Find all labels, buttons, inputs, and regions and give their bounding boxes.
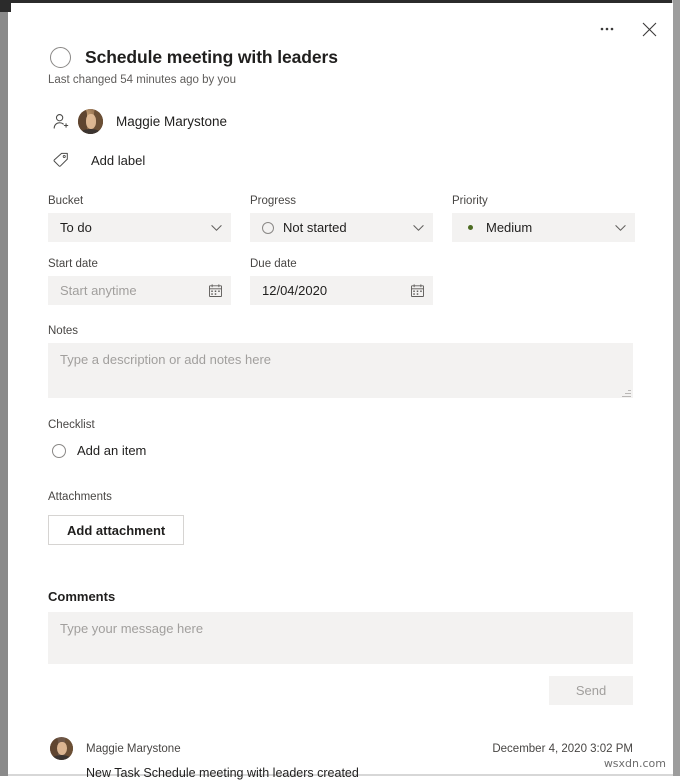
attachments-section: Attachments Add attachment <box>48 490 648 545</box>
not-started-circle-icon <box>262 221 274 234</box>
bucket-value: To do <box>60 220 92 235</box>
app-window: Schedule meeting with leaders Last chang… <box>0 0 680 780</box>
field-grid: Bucket To do Progress Not started Priori… <box>48 194 648 242</box>
page-title: Schedule meeting with leaders <box>85 47 338 67</box>
chevron-down-icon <box>210 221 223 234</box>
calendar-icon[interactable] <box>208 283 223 298</box>
notes-label: Notes <box>48 325 79 337</box>
comments-section: Comments Type your message here Send <box>48 589 648 705</box>
send-row: Send <box>48 676 633 705</box>
avatar[interactable] <box>78 108 103 134</box>
checklist-circle-icon[interactable] <box>52 443 66 458</box>
history-timestamp: December 4, 2020 3:02 PM <box>492 742 633 755</box>
task-last-changed: Last changed 54 minutes ago by you <box>48 74 236 86</box>
progress-value: Not started <box>283 220 347 235</box>
assignee-name: Maggie Marystone <box>116 113 228 129</box>
assignee-row: Maggie Marystone <box>48 108 648 134</box>
bucket-field: Bucket To do <box>48 194 231 242</box>
due-date-input[interactable]: 12/04/2020 <box>250 276 433 305</box>
checklist-add-item-input[interactable]: Add an item <box>77 443 146 458</box>
checklist-label: Checklist <box>48 419 95 431</box>
bucket-label: Bucket <box>48 195 84 207</box>
history-text: New Task Schedule meeting with leaders c… <box>86 766 359 780</box>
checklist-add-row[interactable]: Add an item <box>52 443 648 458</box>
comment-input[interactable]: Type your message here <box>48 612 633 664</box>
tag-icon <box>48 147 74 173</box>
notes-placeholder: Type a description or add notes here <box>60 352 272 367</box>
priority-value: Medium <box>486 220 533 235</box>
progress-label: Progress <box>250 195 297 207</box>
start-date-label: Start date <box>48 258 98 270</box>
start-date-value: Start anytime <box>60 283 137 298</box>
history-item-header: Maggie Marystone December 4, 2020 3:02 P… <box>48 737 633 760</box>
window-left-corner <box>0 0 11 12</box>
priority-field: Priority Medium <box>452 194 635 242</box>
history-author: Maggie Marystone <box>86 742 181 755</box>
history-list: Maggie Marystone December 4, 2020 3:02 P… <box>48 737 633 780</box>
comments-heading: Comments <box>48 589 116 604</box>
notes-section: Notes Type a description or add notes he… <box>48 324 648 398</box>
due-date-value: 12/04/2020 <box>262 283 328 298</box>
attachments-label: Attachments <box>48 491 112 503</box>
send-button[interactable]: Send <box>549 676 633 705</box>
progress-select[interactable]: Not started <box>250 213 433 242</box>
list-item: Maggie Marystone December 4, 2020 3:02 P… <box>48 737 633 780</box>
date-row: Start date Start anytime Due date 12/04/… <box>48 257 648 305</box>
task-complete-circle-icon[interactable] <box>50 47 71 68</box>
calendar-icon[interactable] <box>410 283 425 298</box>
due-date-label: Due date <box>250 258 297 270</box>
window-right-edge <box>673 0 680 776</box>
resize-grip-icon[interactable] <box>622 388 631 397</box>
comment-placeholder: Type your message here <box>60 621 204 636</box>
task-detail-panel: Schedule meeting with leaders Last chang… <box>11 3 673 780</box>
watermark: wsxdn.com <box>603 757 666 770</box>
priority-dot-icon <box>468 225 473 230</box>
chevron-down-icon <box>614 221 627 234</box>
progress-field: Progress Not started <box>250 194 433 242</box>
avatar <box>50 737 73 760</box>
bucket-select[interactable]: To do <box>48 213 231 242</box>
start-date-input[interactable]: Start anytime <box>48 276 231 305</box>
priority-label: Priority <box>452 195 488 207</box>
add-person-icon[interactable] <box>48 108 74 134</box>
window-left-edge <box>0 0 8 776</box>
checklist-section: Checklist Add an item <box>48 418 648 458</box>
add-label-text: Add label <box>91 152 146 168</box>
add-attachment-button[interactable]: Add attachment <box>48 515 185 545</box>
label-row[interactable]: Add label <box>48 147 648 173</box>
chevron-down-icon <box>412 221 425 234</box>
task-title-row: Schedule meeting with leaders <box>48 47 648 68</box>
priority-select[interactable]: Medium <box>452 213 635 242</box>
task-content: Schedule meeting with leaders Last chang… <box>48 3 648 780</box>
start-date-field: Start date Start anytime <box>48 257 231 305</box>
due-date-field: Due date 12/04/2020 <box>250 257 433 305</box>
notes-textarea[interactable]: Type a description or add notes here <box>48 343 633 398</box>
